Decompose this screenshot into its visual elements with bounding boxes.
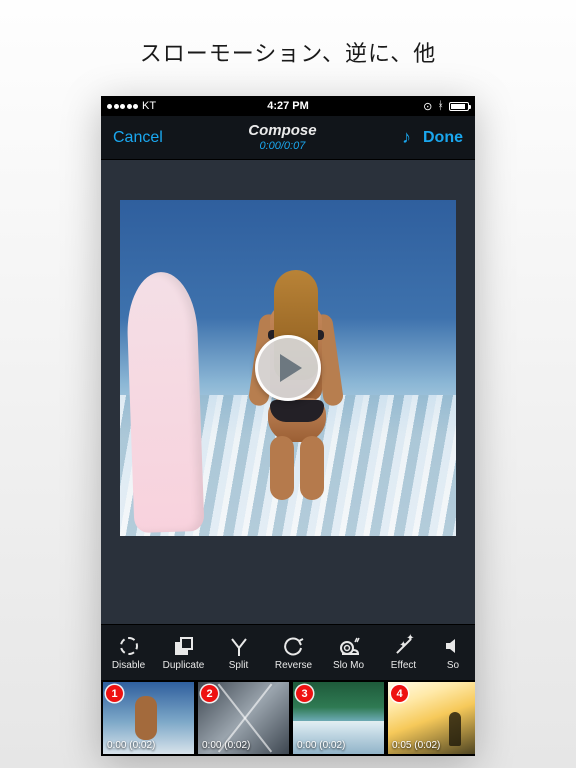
play-icon xyxy=(280,354,302,382)
tool-slomo[interactable]: Slo Mo xyxy=(321,625,376,680)
tool-label: Effect xyxy=(391,660,416,671)
music-icon[interactable]: ♪ xyxy=(402,127,411,148)
phone-frame: KT 4:27 PM ⊙ ᚼ Cancel Compose 0:00/0:07 … xyxy=(101,96,475,756)
carrier-label: KT xyxy=(142,100,156,112)
wand-icon: ✦✦ xyxy=(394,636,414,656)
tool-label: So xyxy=(447,660,459,671)
reverse-icon xyxy=(283,635,305,657)
clip-badge: 2 xyxy=(201,685,218,702)
statusbar-time: 4:27 PM xyxy=(267,100,309,112)
clip-strip[interactable]: 1 0:00 (0:02) 2 0:00 (0:02) 3 0:00 (0:02… xyxy=(101,680,475,756)
tool-duplicate[interactable]: Duplicate xyxy=(156,625,211,680)
promo-title: スローモーション、逆に、他 xyxy=(140,36,437,68)
done-button[interactable]: Done xyxy=(423,129,463,147)
timecode-label: 0:00/0:07 xyxy=(248,140,316,152)
clip-item[interactable]: 2 0:00 (0:02) xyxy=(196,680,291,756)
tool-label: Disable xyxy=(112,660,145,671)
tool-label: Reverse xyxy=(275,660,312,671)
play-button[interactable] xyxy=(255,335,321,401)
speaker-icon xyxy=(443,635,463,657)
nav-bar: Cancel Compose 0:00/0:07 ♪ Done xyxy=(101,116,475,160)
battery-icon xyxy=(449,102,469,111)
cancel-button[interactable]: Cancel xyxy=(113,129,163,147)
signal-dots-icon xyxy=(107,104,138,109)
clip-time: 0:00 (0:02) xyxy=(202,740,250,751)
status-bar: KT 4:27 PM ⊙ ᚼ xyxy=(101,96,475,116)
tool-label: Slo Mo xyxy=(333,660,364,671)
screen-title: Compose xyxy=(248,123,316,140)
clip-item[interactable]: 1 0:00 (0:02) xyxy=(101,680,196,756)
split-icon xyxy=(229,635,249,657)
bluetooth-icon: ᚼ xyxy=(437,100,444,112)
video-preview[interactable] xyxy=(120,200,456,536)
clip-badge: 4 xyxy=(391,685,408,702)
tool-reverse[interactable]: Reverse xyxy=(266,625,321,680)
disable-icon xyxy=(120,637,138,655)
clip-item[interactable]: 4 0:05 (0:02) xyxy=(386,680,475,756)
tool-label: Split xyxy=(229,660,248,671)
clip-item[interactable]: 3 0:00 (0:02) xyxy=(291,680,386,756)
tool-disable[interactable]: Disable xyxy=(101,625,156,680)
clip-time: 0:00 (0:02) xyxy=(297,740,345,751)
tool-label: Duplicate xyxy=(163,660,205,671)
snail-icon xyxy=(338,635,360,657)
tool-effect[interactable]: ✦✦ Effect xyxy=(376,625,431,680)
clip-time: 0:00 (0:02) xyxy=(107,740,155,751)
edit-toolbar: Disable Duplicate Split Reverse Slo Mo ✦… xyxy=(101,624,475,680)
tool-sound[interactable]: So xyxy=(431,625,475,680)
clip-badge: 3 xyxy=(296,685,313,702)
clip-time: 0:05 (0:02) xyxy=(392,740,440,751)
clip-badge: 1 xyxy=(106,685,123,702)
duplicate-icon xyxy=(175,637,193,655)
nav-title-group: Compose 0:00/0:07 xyxy=(248,123,316,152)
alarm-icon: ⊙ xyxy=(423,100,432,113)
preview-area xyxy=(101,160,475,624)
tool-split[interactable]: Split xyxy=(211,625,266,680)
